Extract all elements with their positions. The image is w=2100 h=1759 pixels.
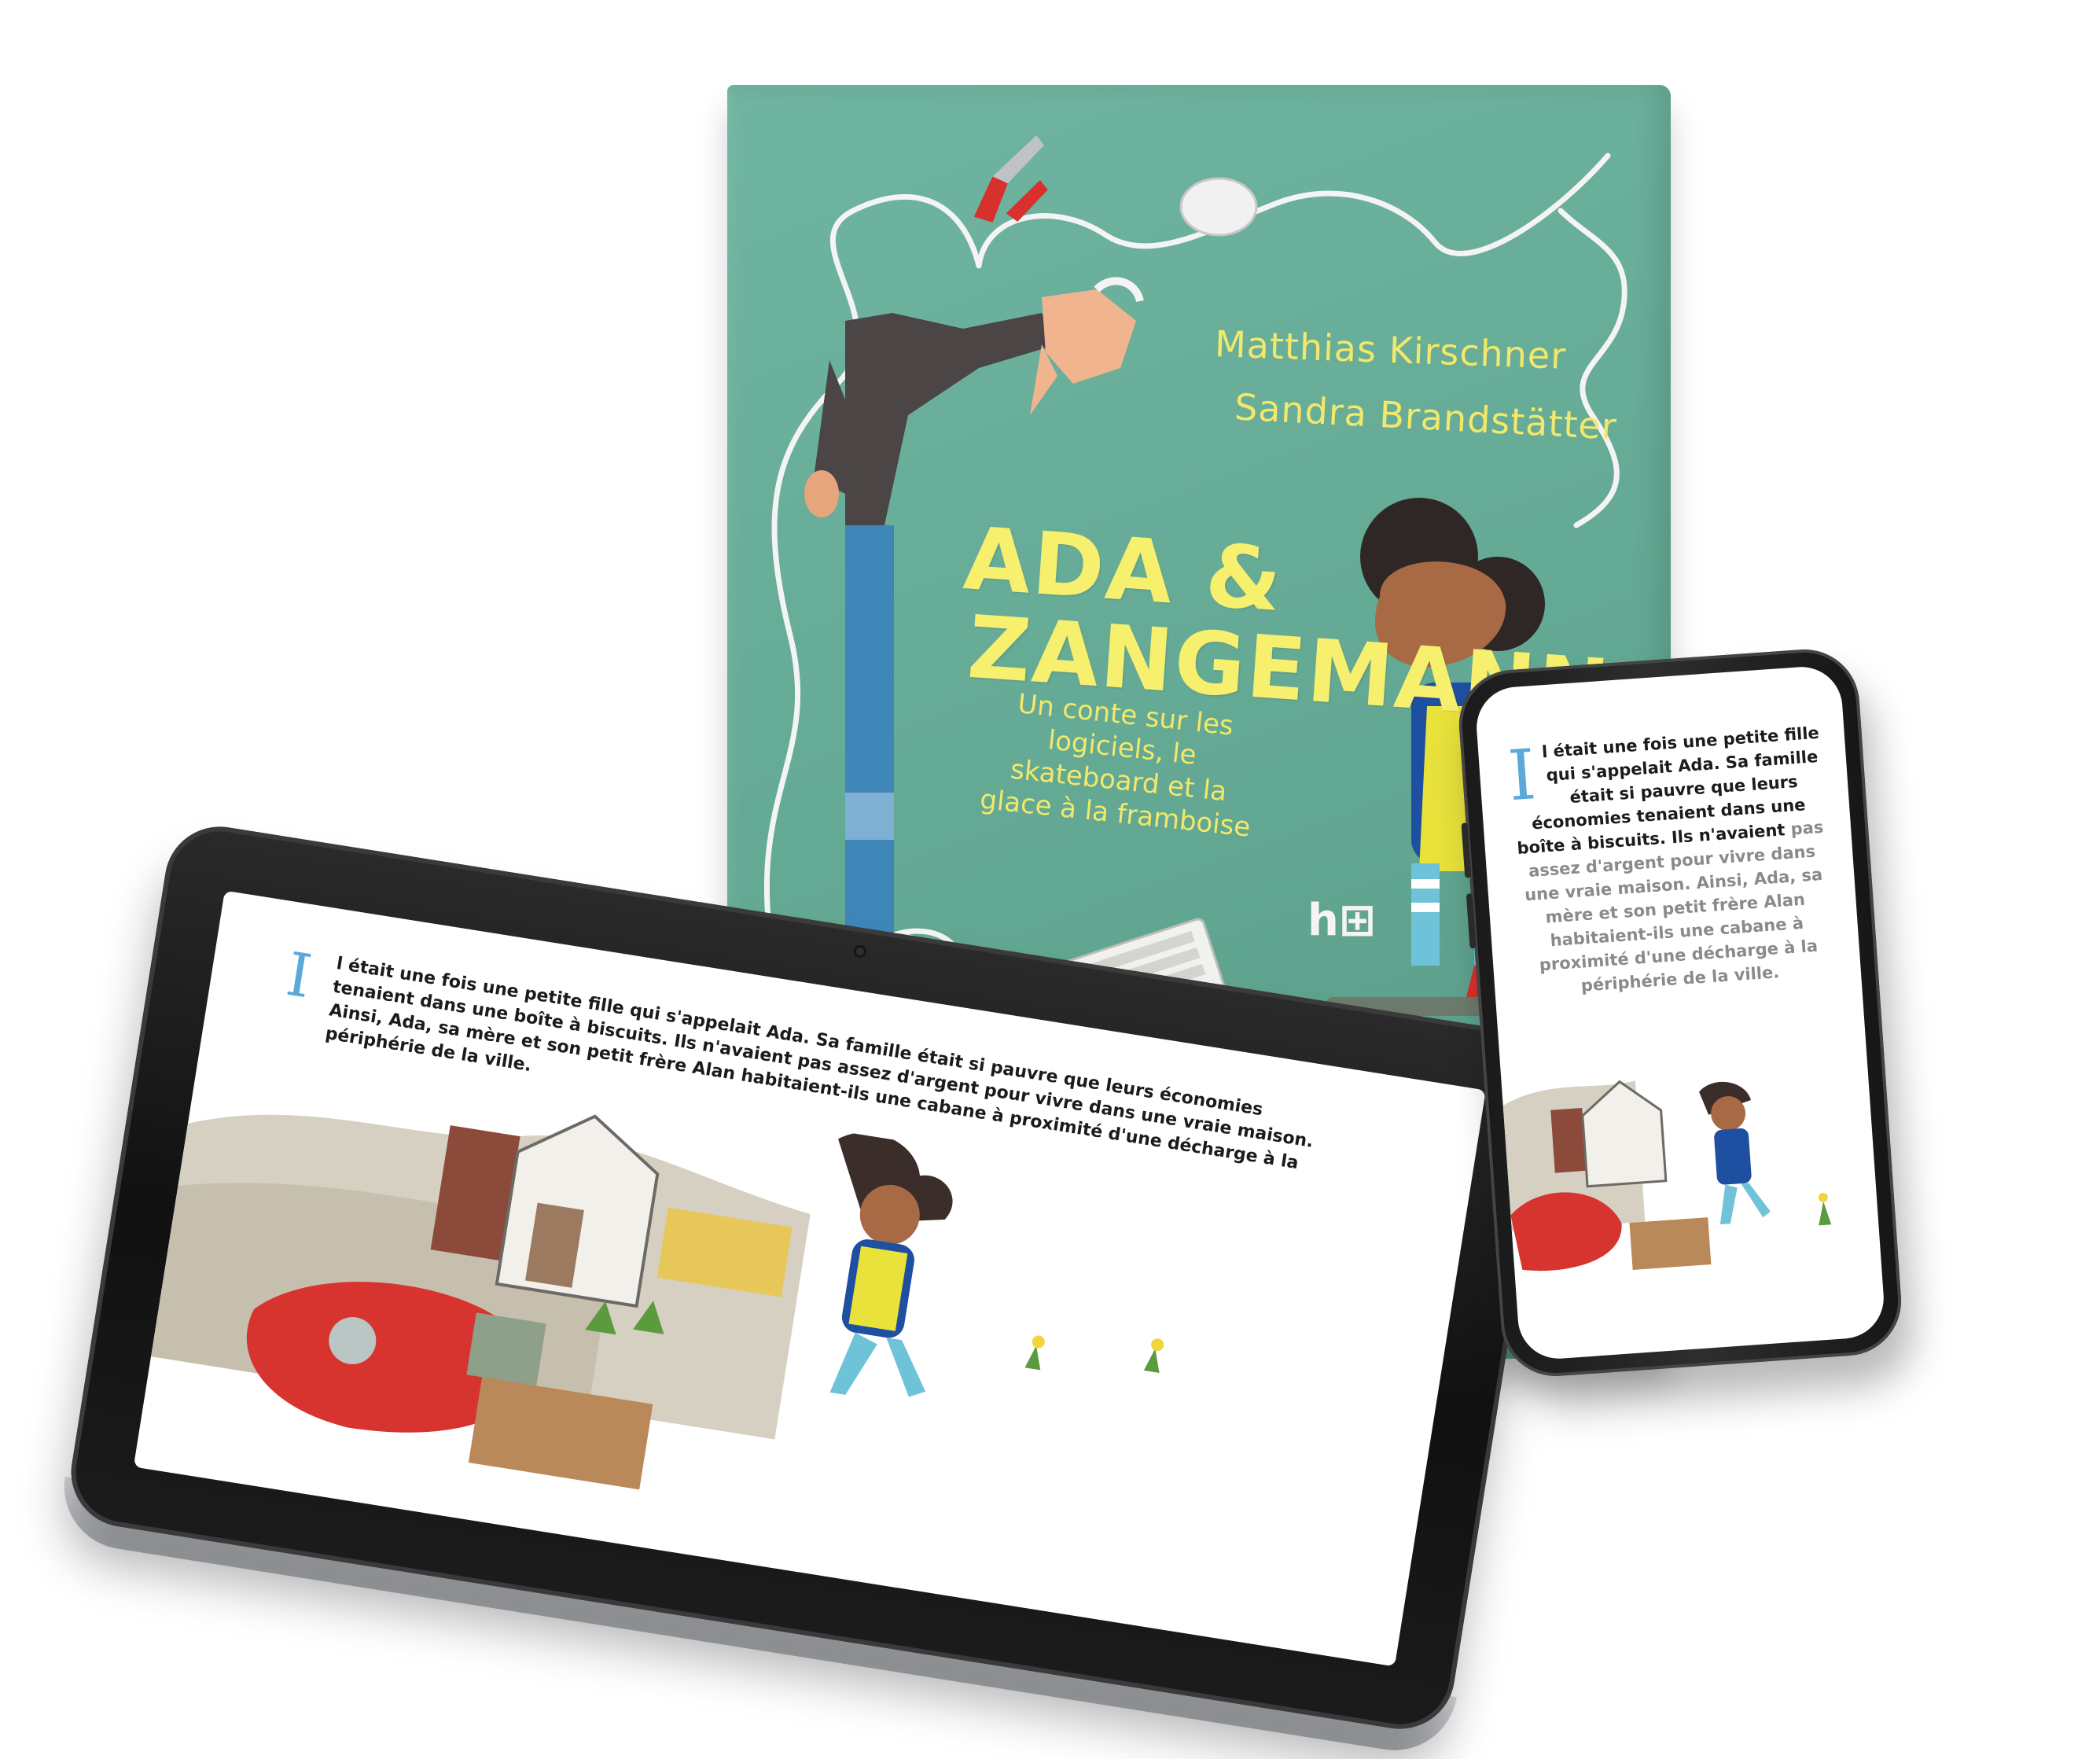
tablet-dropcap: I xyxy=(281,938,317,1012)
publisher-logo-icon: h⊞ xyxy=(1307,895,1376,946)
computer-mouse-icon xyxy=(1179,177,1258,237)
phone-paragraph-dark: l était une fois une petite fille qui s'… xyxy=(1516,723,1820,858)
phone-screen: I l était une fois une petite fille qui … xyxy=(1473,664,1887,1362)
smartphone-device: I l était une fois une petite fille qui … xyxy=(1455,646,1905,1380)
product-mockup-scene: Matthias Kirschner Sandra Brandstätter A… xyxy=(0,0,2100,1759)
phone-dropcap: I xyxy=(1505,734,1539,817)
phone-junkyard-illustration xyxy=(1502,1080,1832,1271)
phone-story-text: I l était une fois une petite fille qui … xyxy=(1506,721,1838,1002)
book-title: ADA & ZANGEMANN xyxy=(918,508,1614,742)
